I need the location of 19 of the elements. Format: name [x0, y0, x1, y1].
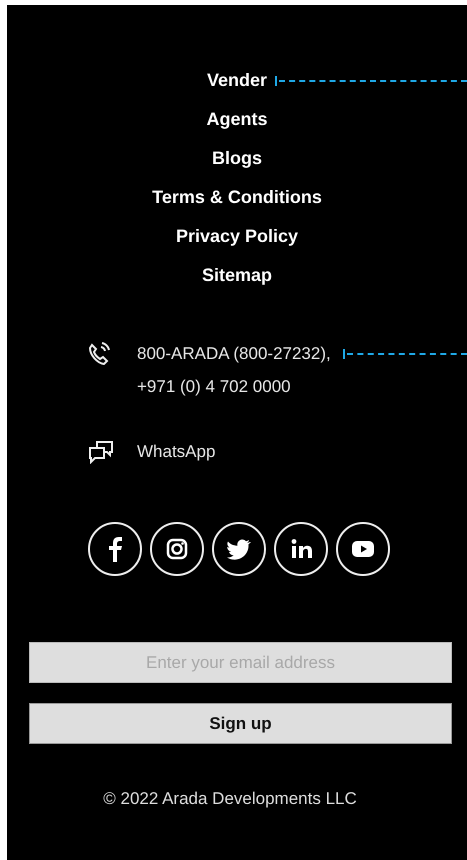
footer-link[interactable]: Sitemap [194, 262, 280, 289]
footer-link[interactable]: Privacy Policy [168, 223, 306, 250]
phone-icon [88, 342, 110, 366]
footer-link[interactable]: Vender [198, 67, 276, 94]
contact-text[interactable]: +971 (0) 4 702 0000 [137, 370, 291, 403]
copyright-text: © 2022 Arada Developments LLC [102, 788, 358, 810]
footer-link[interactable]: Blogs [204, 145, 270, 172]
social-link[interactable] [150, 522, 204, 576]
contact-text[interactable]: WhatsApp [137, 435, 216, 468]
social-link[interactable] [336, 522, 390, 576]
facebook-icon [108, 536, 122, 562]
contact-text[interactable]: 800-ARADA (800-27232), [137, 337, 331, 370]
social-link[interactable] [88, 522, 142, 576]
footer-link[interactable]: Terms & Conditions [144, 184, 330, 211]
social-link[interactable] [212, 522, 266, 576]
sign-up-button[interactable]: Sign up [29, 703, 452, 744]
chat-icon [88, 440, 114, 464]
social-link[interactable] [274, 522, 328, 576]
footer-link[interactable]: Agents [198, 106, 276, 133]
